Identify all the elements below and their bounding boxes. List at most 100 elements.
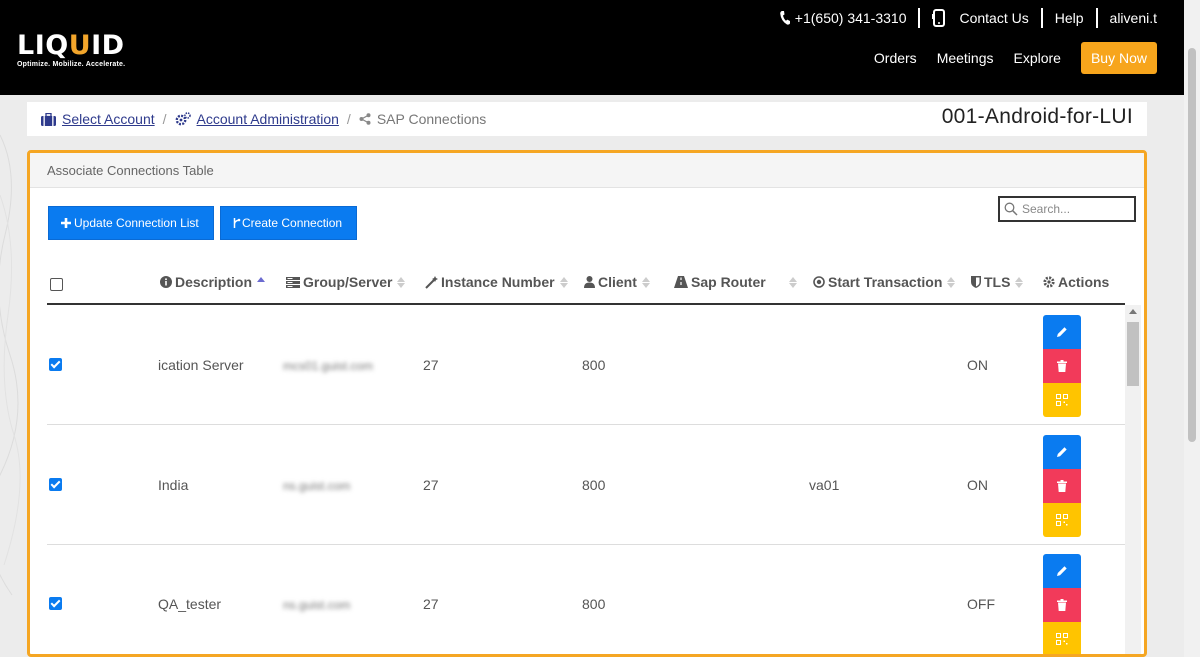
select-all-checkbox[interactable] <box>50 278 63 291</box>
cell-start-transaction: va01 <box>809 477 840 493</box>
background-pattern <box>0 134 21 596</box>
target-icon <box>813 276 825 288</box>
column-tls[interactable]: TLS <box>971 274 1024 290</box>
edit-button[interactable] <box>1043 315 1081 349</box>
column-tls-label: TLS <box>984 274 1011 290</box>
qr-code-button[interactable] <box>1043 383 1081 417</box>
cell-description: ication Server <box>158 357 244 373</box>
row-checkbox[interactable] <box>49 478 62 494</box>
qr-icon <box>1056 394 1068 406</box>
cell-client: 800 <box>582 596 606 612</box>
server-icon <box>286 276 300 288</box>
help-link[interactable]: Help <box>1055 10 1084 26</box>
edit-button[interactable] <box>1043 554 1081 588</box>
table-scrollbar-thumb[interactable] <box>1127 322 1139 386</box>
branch-icon <box>233 218 241 228</box>
liquid-logo[interactable]: LIQUID Optimize. Mobilize. Accelerate. <box>17 32 126 69</box>
nav-meetings[interactable]: Meetings <box>937 50 994 66</box>
phone-icon <box>779 11 790 25</box>
column-start-transaction[interactable]: Start Transaction <box>813 274 956 290</box>
column-instance-number[interactable]: Instance Number <box>425 274 568 290</box>
table-row[interactable]: India ns.guist.com 27 800 va01 ON <box>47 425 1125 545</box>
divider <box>918 8 921 28</box>
magic-wand-icon <box>425 275 438 289</box>
sort-indicator <box>559 276 568 288</box>
page-scrollbar-thumb[interactable] <box>1188 48 1196 442</box>
table-scrollbar[interactable] <box>1125 305 1141 654</box>
sort-indicator <box>257 276 266 282</box>
column-client-label: Client <box>598 274 637 290</box>
column-sap-router-label: Sap Router <box>691 274 766 290</box>
breadcrumb-select-account[interactable]: Select Account <box>62 111 155 127</box>
cell-instance-number: 27 <box>423 596 439 612</box>
sort-indicator <box>1015 276 1024 288</box>
delete-button[interactable] <box>1043 469 1081 503</box>
cell-description: India <box>158 477 189 493</box>
nav-explore[interactable]: Explore <box>1014 50 1061 66</box>
search-field[interactable] <box>998 196 1136 222</box>
share-icon <box>359 113 371 125</box>
cell-group-server: ns.guist.com <box>283 479 351 493</box>
account-name: 001-Android-for-LUI <box>941 105 1133 128</box>
nav-orders[interactable]: Orders <box>874 50 917 66</box>
contact-us-link[interactable]: Contact Us <box>932 9 1029 27</box>
delete-button[interactable] <box>1043 349 1081 383</box>
phone-number: +1(650) 341-3310 <box>794 10 907 26</box>
breadcrumb-account-administration[interactable]: Account Administration <box>197 111 339 127</box>
edit-icon <box>1057 327 1067 337</box>
connections-panel: Associate Connections Table Update Conne… <box>27 150 1147 657</box>
column-actions: Actions <box>1043 274 1109 290</box>
breadcrumb-separator: / <box>346 111 351 127</box>
briefcase-icon <box>41 112 56 126</box>
column-client[interactable]: Client <box>584 274 650 290</box>
scroll-up-arrow-icon[interactable] <box>1129 309 1137 314</box>
search-icon <box>1004 202 1018 216</box>
user-icon <box>584 276 595 288</box>
column-description[interactable]: Description <box>160 274 266 290</box>
info-icon <box>160 276 172 288</box>
breadcrumb-current: SAP Connections <box>376 111 487 127</box>
trash-icon <box>1057 480 1067 492</box>
sort-indicator <box>788 276 797 288</box>
buy-now-button[interactable]: Buy Now <box>1080 42 1157 74</box>
cell-tls: ON <box>967 357 988 373</box>
trash-icon <box>1057 599 1067 611</box>
divider <box>1095 8 1098 28</box>
gear-icon <box>1043 276 1055 288</box>
create-connection-button[interactable]: Create Connection <box>220 206 357 240</box>
column-start-transaction-label: Start Transaction <box>828 274 943 290</box>
phone-link[interactable]: +1(650) 341-3310 <box>779 10 907 26</box>
edit-button[interactable] <box>1043 435 1081 469</box>
breadcrumb: Select Account / Account Administration … <box>27 111 486 127</box>
create-connection-label: Create Connection <box>242 216 343 230</box>
table-row[interactable]: QA_tester ns.guist.com 27 800 OFF <box>47 544 1125 654</box>
column-actions-label: Actions <box>1058 274 1110 290</box>
column-group-server[interactable]: Group/Server <box>286 274 406 290</box>
page-scrollbar[interactable] <box>1184 0 1200 657</box>
top-utility-bar: +1(650) 341-3310 Contact Us Help aliveni… <box>779 6 1157 30</box>
cell-client: 800 <box>582 477 606 493</box>
table-row[interactable]: ication Server mcs01.guist.com 27 800 ON <box>47 305 1125 425</box>
column-instance-number-label: Instance Number <box>441 274 555 290</box>
qr-icon <box>1056 633 1068 645</box>
table-header: Description Group/Server Instance Number… <box>47 266 1125 305</box>
cell-instance-number: 27 <box>423 357 439 373</box>
sort-indicator <box>947 276 956 288</box>
cell-description: QA_tester <box>158 596 222 612</box>
main-nav: Orders Meetings Explore Buy Now <box>874 42 1157 74</box>
column-sap-router[interactable]: Sap Router <box>674 274 797 290</box>
update-connection-list-button[interactable]: Update Connection List <box>48 206 214 240</box>
search-input[interactable] <box>1018 202 1132 216</box>
cell-client: 800 <box>582 357 606 373</box>
logo-tagline: Optimize. Mobilize. Accelerate. <box>17 61 126 68</box>
row-actions <box>1043 554 1081 654</box>
qr-code-button[interactable] <box>1043 622 1081 654</box>
user-menu[interactable]: aliveni.t <box>1110 10 1157 26</box>
row-checkbox[interactable] <box>49 358 62 374</box>
column-group-server-label: Group/Server <box>303 274 393 290</box>
shield-icon <box>971 276 981 288</box>
row-checkbox[interactable] <box>49 597 62 613</box>
qr-code-button[interactable] <box>1043 503 1081 537</box>
delete-button[interactable] <box>1043 588 1081 622</box>
checkbox[interactable] <box>50 278 63 291</box>
